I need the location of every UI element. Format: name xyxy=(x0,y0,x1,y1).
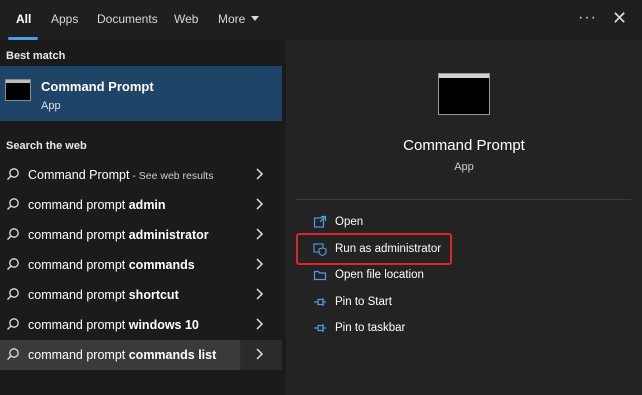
search-icon xyxy=(7,168,19,180)
chevron-right-icon[interactable] xyxy=(254,318,264,330)
search-icon xyxy=(7,228,19,240)
best-match-title: Command Prompt xyxy=(41,79,154,94)
command-prompt-large-icon xyxy=(438,73,490,115)
action-pin-to-taskbar-label: Pin to taskbar xyxy=(335,322,406,334)
best-match-subtitle: App xyxy=(41,100,61,112)
web-result-text: command prompt shortcut xyxy=(28,288,179,302)
folder-icon xyxy=(313,270,327,281)
action-open[interactable]: Open xyxy=(313,212,513,234)
action-pin-to-start[interactable]: Pin to Start xyxy=(313,292,513,314)
preview-divider xyxy=(296,199,631,200)
annotation-highlight-box xyxy=(296,233,452,265)
web-result-row[interactable]: Command Prompt - See web results xyxy=(0,160,282,190)
chevron-right-icon[interactable] xyxy=(254,288,264,300)
action-open-label: Open xyxy=(335,216,364,228)
web-result-text: command prompt admin xyxy=(28,198,166,212)
search-icon xyxy=(7,318,19,330)
action-open-file-location[interactable]: Open file location xyxy=(313,265,513,287)
web-result-row-selected[interactable]: command prompt commands list xyxy=(0,340,282,370)
web-result-text: command prompt windows 10 xyxy=(28,318,199,332)
command-prompt-icon xyxy=(5,79,31,101)
web-result-text: command prompt commands xyxy=(28,258,195,272)
tab-all[interactable]: All xyxy=(16,12,31,26)
tab-more[interactable]: More xyxy=(218,12,260,26)
tab-more-label: More xyxy=(218,12,246,26)
best-match-heading: Best match xyxy=(6,50,66,62)
search-icon xyxy=(7,198,19,210)
chevron-down-icon xyxy=(251,16,260,22)
search-icon xyxy=(7,348,19,360)
chevron-right-icon[interactable] xyxy=(254,168,264,180)
web-result-row[interactable]: command prompt administrator xyxy=(0,220,282,250)
open-icon xyxy=(313,215,327,228)
chevron-right-icon[interactable] xyxy=(254,348,264,360)
action-pin-to-taskbar[interactable]: Pin to taskbar xyxy=(313,318,513,340)
web-result-text: command prompt administrator xyxy=(28,228,209,242)
close-icon[interactable]: ✕ xyxy=(612,8,627,29)
web-result-row[interactable]: command prompt admin xyxy=(0,190,282,220)
web-result-text: Command Prompt - See web results xyxy=(28,168,214,182)
web-result-row[interactable]: command prompt windows 10 xyxy=(0,310,282,340)
pin-icon xyxy=(314,298,326,306)
web-result-row[interactable]: command prompt shortcut xyxy=(0,280,282,310)
ellipsis-icon[interactable]: ··· xyxy=(578,9,597,27)
preview-subtitle: App xyxy=(454,161,474,173)
preview-title: Command Prompt xyxy=(403,137,525,154)
search-web-heading: Search the web xyxy=(6,140,87,152)
search-icon xyxy=(7,288,19,300)
search-icon xyxy=(7,258,19,270)
tab-documents[interactable]: Documents xyxy=(97,12,158,26)
action-pin-to-start-label: Pin to Start xyxy=(335,296,392,308)
chevron-right-icon[interactable] xyxy=(254,228,264,240)
pin-icon xyxy=(314,324,326,332)
chevron-right-icon[interactable] xyxy=(254,198,264,210)
action-open-file-location-label: Open file location xyxy=(335,269,424,281)
web-result-text: command prompt commands list xyxy=(28,348,217,362)
search-tabs-bar: All Apps Documents Web More ··· ✕ xyxy=(0,0,642,40)
tab-apps[interactable]: Apps xyxy=(51,12,78,26)
tab-web[interactable]: Web xyxy=(174,12,198,26)
chevron-right-icon[interactable] xyxy=(254,258,264,270)
web-result-row[interactable]: command prompt commands xyxy=(0,250,282,280)
